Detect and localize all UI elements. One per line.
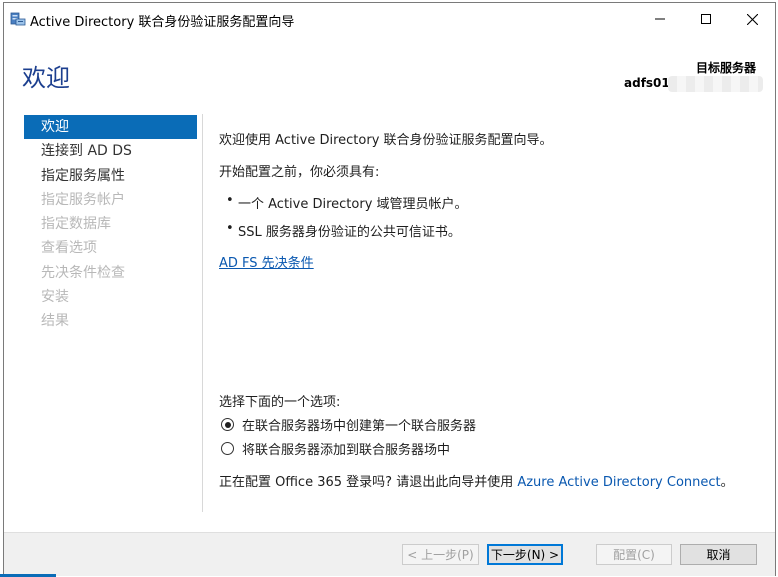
nav-step-review-options: 查看选项 (41, 240, 97, 257)
nav-step-welcome[interactable]: 欢迎 (24, 115, 197, 140)
title-bar: Active Directory 联合身份验证服务配置向导 (4, 3, 775, 35)
nav-step-database: 指定数据库 (41, 216, 111, 233)
prereq-item: 一个 Active Directory 域管理员帐户。 (226, 193, 468, 212)
maximize-button[interactable] (683, 3, 729, 35)
radio-unchecked[interactable] (221, 442, 234, 455)
o365-end: 。 (720, 475, 734, 490)
page-title: 欢迎 (22, 64, 70, 92)
previous-button[interactable]: < 上一步(P) (402, 544, 479, 565)
o365-note: 正在配置 Office 365 登录吗? 请退出此向导并使用 Azure Act… (219, 471, 734, 490)
option-add-to-farm[interactable]: 将联合服务器添加到联合服务器场中 (221, 439, 450, 458)
redacted-server-name (668, 76, 763, 92)
wizard-footer: < 上一步(P) 下一步(N) > 配置(C) 取消 (4, 532, 775, 576)
close-button[interactable] (729, 3, 775, 35)
window-title: Active Directory 联合身份验证服务配置向导 (30, 15, 295, 30)
o365-text: 正在配置 Office 365 登录吗? 请退出此向导并使用 (219, 475, 518, 490)
nav-step-install: 安装 (41, 289, 69, 306)
nav-step-service-properties[interactable]: 指定服务属性 (24, 164, 197, 188)
server-manager-icon (10, 11, 26, 27)
radio-checked[interactable] (221, 418, 234, 431)
nav-step-prereq-check: 先决条件检查 (41, 264, 125, 281)
minimize-button[interactable] (637, 3, 683, 35)
option-label: 将联合服务器添加到联合服务器场中 (242, 443, 451, 458)
nav-step-results: 结果 (41, 313, 69, 330)
maximize-icon (701, 14, 711, 24)
option-create-first-server[interactable]: 在联合服务器场中创建第一个联合服务器 (221, 415, 476, 434)
next-button[interactable]: 下一步(N) > (487, 544, 563, 565)
minimize-icon (655, 14, 665, 24)
welcome-text: 欢迎使用 Active Directory 联合身份验证服务配置向导。 (219, 133, 553, 148)
cancel-button[interactable]: 取消 (680, 544, 757, 565)
nav-step-connect-ad-ds[interactable]: 连接到 AD DS (24, 139, 197, 163)
option-label: 在联合服务器场中创建第一个联合服务器 (242, 419, 477, 434)
nav-divider (202, 114, 203, 512)
azure-ad-connect-link[interactable]: Azure Active Directory Connect (517, 475, 720, 490)
prereq-item: SSL 服务器身份验证的公共可信证书。 (226, 221, 461, 240)
options-label: 选择下面的一个选项: (219, 395, 341, 410)
adfs-prereq-link[interactable]: AD FS 先决条件 (219, 252, 314, 271)
close-icon (746, 13, 758, 25)
wizard-window: Active Directory 联合身份验证服务配置向导 欢迎 目标服务器 a… (3, 2, 776, 576)
wizard-steps-nav: 欢迎 连接到 AD DS 指定服务属性 指定服务帐户 指定数据库 查看选项 先决… (24, 115, 197, 334)
nav-step-service-account: 指定服务帐户 (41, 191, 125, 208)
configure-button[interactable]: 配置(C) (596, 544, 672, 565)
target-server-label: 目标服务器 (695, 61, 756, 75)
target-server-value: adfs01 (624, 76, 670, 90)
prereq-intro: 开始配置之前，你必须具有: (219, 165, 380, 180)
